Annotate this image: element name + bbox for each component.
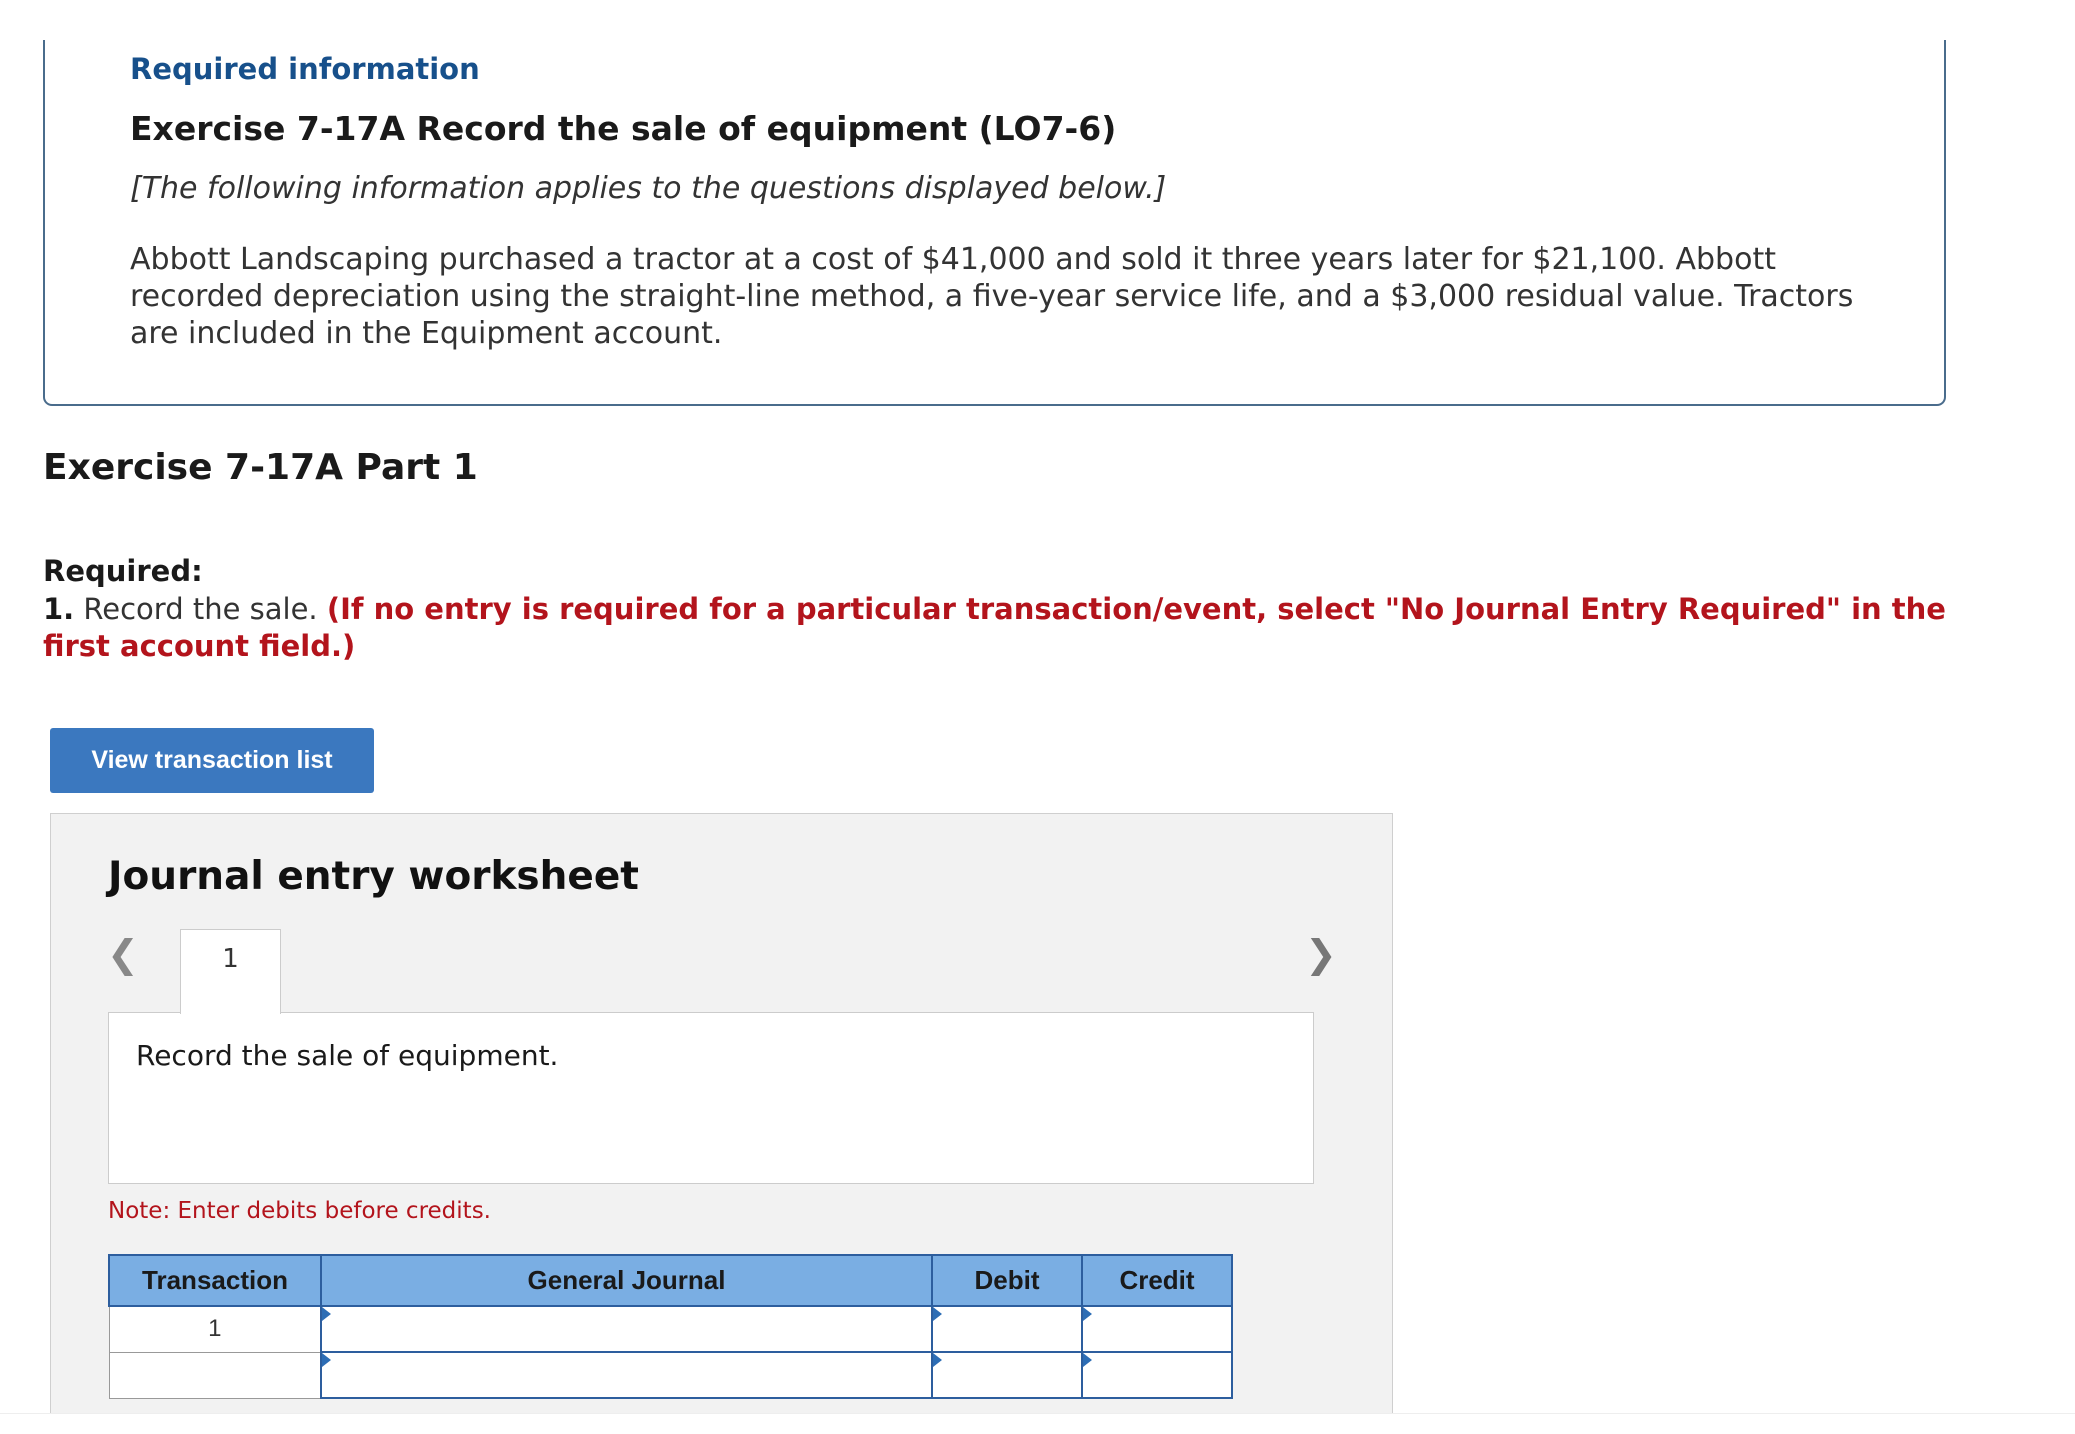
transaction-cell (108, 1351, 322, 1399)
journal-table: Transaction General Journal Debit Credit… (108, 1254, 1233, 1399)
instruction-text: Record the sale. (83, 592, 318, 626)
transaction-cell: 1 (108, 1305, 322, 1353)
journal-entry-worksheet: Journal entry worksheet ❮ 1 ❯ Record the… (50, 813, 1393, 1413)
worksheet-title: Journal entry worksheet (108, 854, 639, 899)
account-input[interactable] (322, 1307, 931, 1351)
debit-cell[interactable] (931, 1305, 1083, 1353)
part-title: Exercise 7-17A Part 1 (43, 447, 478, 488)
instruction-note: (If no entry is required for a particula… (43, 592, 1946, 663)
column-header-general-journal: General Journal (320, 1254, 933, 1307)
page-bottom-edge (0, 1413, 2075, 1434)
general-journal-account-cell[interactable] (320, 1351, 933, 1399)
journal-header-row: Transaction General Journal Debit Credit (108, 1254, 1233, 1307)
debits-credits-note: Note: Enter debits before credits. (108, 1198, 491, 1224)
required-information-heading: Required information (130, 52, 480, 86)
exercise-body-text: Abbott Landscaping purchased a tractor a… (130, 242, 1854, 351)
account-input[interactable] (322, 1353, 931, 1397)
credit-cell[interactable] (1081, 1351, 1233, 1399)
credit-input[interactable] (1083, 1307, 1231, 1351)
exercise-title: Exercise 7-17A Record the sale of equipm… (130, 109, 1117, 148)
required-label: Required: (43, 554, 203, 588)
credit-cell[interactable] (1081, 1305, 1233, 1353)
transaction-description: Record the sale of equipment. (108, 1012, 1314, 1184)
credit-input[interactable] (1083, 1353, 1231, 1397)
general-journal-account-cell[interactable] (320, 1305, 933, 1353)
applies-note: [The following information applies to th… (130, 171, 1167, 206)
table-row (108, 1351, 1233, 1399)
column-header-credit: Credit (1081, 1254, 1233, 1307)
debit-input[interactable] (933, 1307, 1081, 1351)
instruction-number: 1. (43, 592, 75, 626)
table-row: 1 (108, 1305, 1233, 1353)
transaction-tab-1[interactable]: 1 (180, 929, 281, 1014)
debit-cell[interactable] (931, 1351, 1083, 1399)
chevron-left-icon[interactable]: ❮ (107, 932, 139, 976)
chevron-right-icon[interactable]: ❯ (1305, 932, 1337, 976)
column-header-debit: Debit (931, 1254, 1083, 1307)
instruction: 1. Record the sale. (If no entry is requ… (43, 591, 1953, 665)
view-transaction-list-button[interactable]: View transaction list (50, 728, 374, 793)
column-header-transaction: Transaction (108, 1254, 322, 1307)
debit-input[interactable] (933, 1353, 1081, 1397)
